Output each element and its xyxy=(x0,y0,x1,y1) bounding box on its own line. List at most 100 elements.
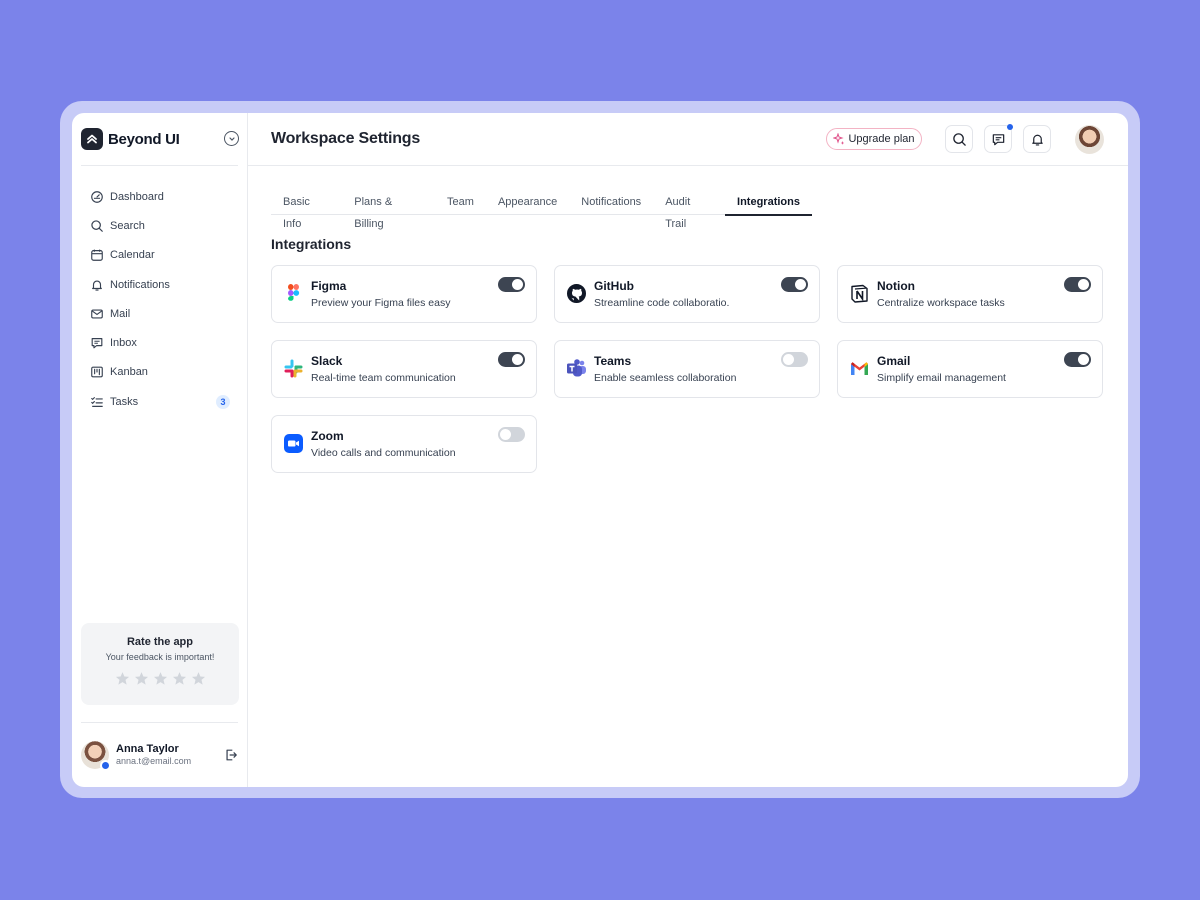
sidebar: Beyond UI Dashboard Search Calendar Noti… xyxy=(72,113,248,787)
integration-card-gmail: Gmail Simplify email management xyxy=(837,340,1103,398)
star-icon[interactable] xyxy=(153,671,168,686)
integration-description: Streamline code collaboratio. xyxy=(594,297,730,309)
sparkle-icon xyxy=(833,133,845,145)
bell-icon xyxy=(1031,134,1043,146)
integration-toggle[interactable] xyxy=(498,427,525,442)
github-icon xyxy=(567,284,586,303)
user-email: anna.t@email.com xyxy=(116,756,192,767)
integration-name: Slack xyxy=(311,354,343,368)
integration-description: Real-time team communication xyxy=(311,372,456,384)
top-bar: Workspace Settings Upgrade plan xyxy=(248,113,1128,166)
brand-logo-icon xyxy=(81,128,103,150)
search-icon xyxy=(952,132,966,146)
tab-plans-billing[interactable]: Plans & Billing xyxy=(342,191,435,230)
tab-basic-info[interactable]: Basic Info xyxy=(271,191,342,230)
app-window: Beyond UI Dashboard Search Calendar Noti… xyxy=(72,113,1128,787)
notifications-button[interactable] xyxy=(1023,125,1051,153)
integration-name: Gmail xyxy=(877,354,911,368)
dashboard-icon xyxy=(91,190,103,203)
main-content: Workspace Settings Upgrade plan Basic In… xyxy=(248,113,1128,787)
integration-name: Figma xyxy=(311,279,347,293)
sidebar-item-inbox[interactable]: Inbox xyxy=(81,328,239,357)
sidebar-item-kanban[interactable]: Kanban xyxy=(81,358,239,387)
page-title: Workspace Settings xyxy=(271,130,421,147)
workspace-switch-chevron-icon[interactable] xyxy=(224,131,239,146)
sidebar-item-mail[interactable]: Mail xyxy=(81,299,239,328)
star-icon[interactable] xyxy=(134,671,149,686)
integration-description: Video calls and communication xyxy=(311,447,456,459)
zoom-icon xyxy=(284,434,303,453)
integration-card-notion: Notion Centralize workspace tasks xyxy=(837,265,1103,323)
teams-icon xyxy=(567,359,586,377)
integration-toggle[interactable] xyxy=(781,352,808,367)
integration-card-figma: Figma Preview your Figma files easy xyxy=(271,265,537,323)
calendar-icon xyxy=(91,249,103,262)
star-icon[interactable] xyxy=(172,671,187,686)
integration-card-slack: Slack Real-time team communication xyxy=(271,340,537,398)
sidebar-item-label: Search xyxy=(110,219,145,232)
notion-icon xyxy=(851,284,868,303)
integration-toggle[interactable] xyxy=(1064,352,1091,367)
slack-icon xyxy=(284,359,303,378)
integration-description: Centralize workspace tasks xyxy=(877,297,1005,309)
unread-indicator xyxy=(1007,124,1013,130)
tasks-count-badge: 3 xyxy=(216,395,230,410)
kanban-icon xyxy=(91,367,103,378)
rating-stars xyxy=(81,671,239,686)
tasks-icon xyxy=(91,396,103,407)
sidebar-item-label: Inbox xyxy=(110,337,137,350)
integration-name: Zoom xyxy=(311,429,344,443)
integration-toggle[interactable] xyxy=(1064,277,1091,292)
section-title: Integrations xyxy=(271,236,352,252)
search-icon xyxy=(91,220,103,232)
user-profile[interactable]: Anna Taylor anna.t@email.com xyxy=(81,740,239,771)
sidebar-item-dashboard[interactable]: Dashboard xyxy=(81,182,239,211)
bell-icon xyxy=(92,280,102,291)
sidebar-item-calendar[interactable]: Calendar xyxy=(81,241,239,270)
settings-tabs: Basic Info Plans & Billing Team Appearan… xyxy=(271,191,812,230)
messages-button[interactable] xyxy=(984,124,1013,153)
upgrade-plan-label: Upgrade plan xyxy=(848,133,915,145)
integration-description: Preview your Figma files easy xyxy=(311,297,451,309)
figma-icon xyxy=(288,284,300,301)
search-button[interactable] xyxy=(945,125,973,153)
logout-icon[interactable] xyxy=(224,748,238,762)
brand-name: Beyond UI xyxy=(108,130,180,148)
tab-notifications[interactable]: Notifications xyxy=(569,191,653,215)
user-name: Anna Taylor xyxy=(116,743,179,755)
integration-card-zoom: Zoom Video calls and communication xyxy=(271,415,537,473)
upgrade-plan-button[interactable]: Upgrade plan xyxy=(826,128,922,150)
integration-card-teams: Teams Enable seamless collaboration xyxy=(554,340,820,398)
brand[interactable]: Beyond UI xyxy=(81,128,239,150)
integration-toggle[interactable] xyxy=(781,277,808,292)
sidebar-item-label: Tasks xyxy=(110,395,139,408)
sidebar-item-label: Mail xyxy=(110,307,131,320)
tab-team[interactable]: Team xyxy=(435,191,486,215)
star-icon[interactable] xyxy=(115,671,130,686)
rate-app-card: Rate the app Your feedback is important! xyxy=(81,623,239,705)
sidebar-item-search[interactable]: Search xyxy=(81,211,239,240)
tab-audit-trail[interactable]: Audit Trail xyxy=(653,191,725,230)
tab-integrations[interactable]: Integrations xyxy=(725,191,812,216)
chat-icon xyxy=(992,133,1004,145)
verified-badge-icon xyxy=(100,760,111,771)
integration-name: Notion xyxy=(877,279,915,293)
integration-card-github: GitHub Streamline code collaboratio. xyxy=(554,265,820,323)
sidebar-item-label: Notifications xyxy=(110,278,170,291)
tab-appearance[interactable]: Appearance xyxy=(486,191,569,215)
avatar[interactable] xyxy=(1075,125,1104,154)
rate-subtitle: Your feedback is important! xyxy=(105,652,215,662)
integration-name: GitHub xyxy=(594,279,634,293)
integration-toggle[interactable] xyxy=(498,277,525,292)
sidebar-item-notifications[interactable]: Notifications xyxy=(81,270,239,299)
star-icon[interactable] xyxy=(191,671,206,686)
inbox-icon xyxy=(91,338,103,349)
sidebar-item-tasks[interactable]: Tasks 3 xyxy=(81,387,239,416)
sidebar-item-label: Calendar xyxy=(110,249,155,262)
sidebar-item-label: Kanban xyxy=(110,366,148,379)
sidebar-divider xyxy=(81,722,238,723)
rate-title: Rate the app xyxy=(126,636,193,648)
sidebar-divider xyxy=(81,165,238,166)
avatar xyxy=(81,741,111,771)
integration-toggle[interactable] xyxy=(498,352,525,367)
